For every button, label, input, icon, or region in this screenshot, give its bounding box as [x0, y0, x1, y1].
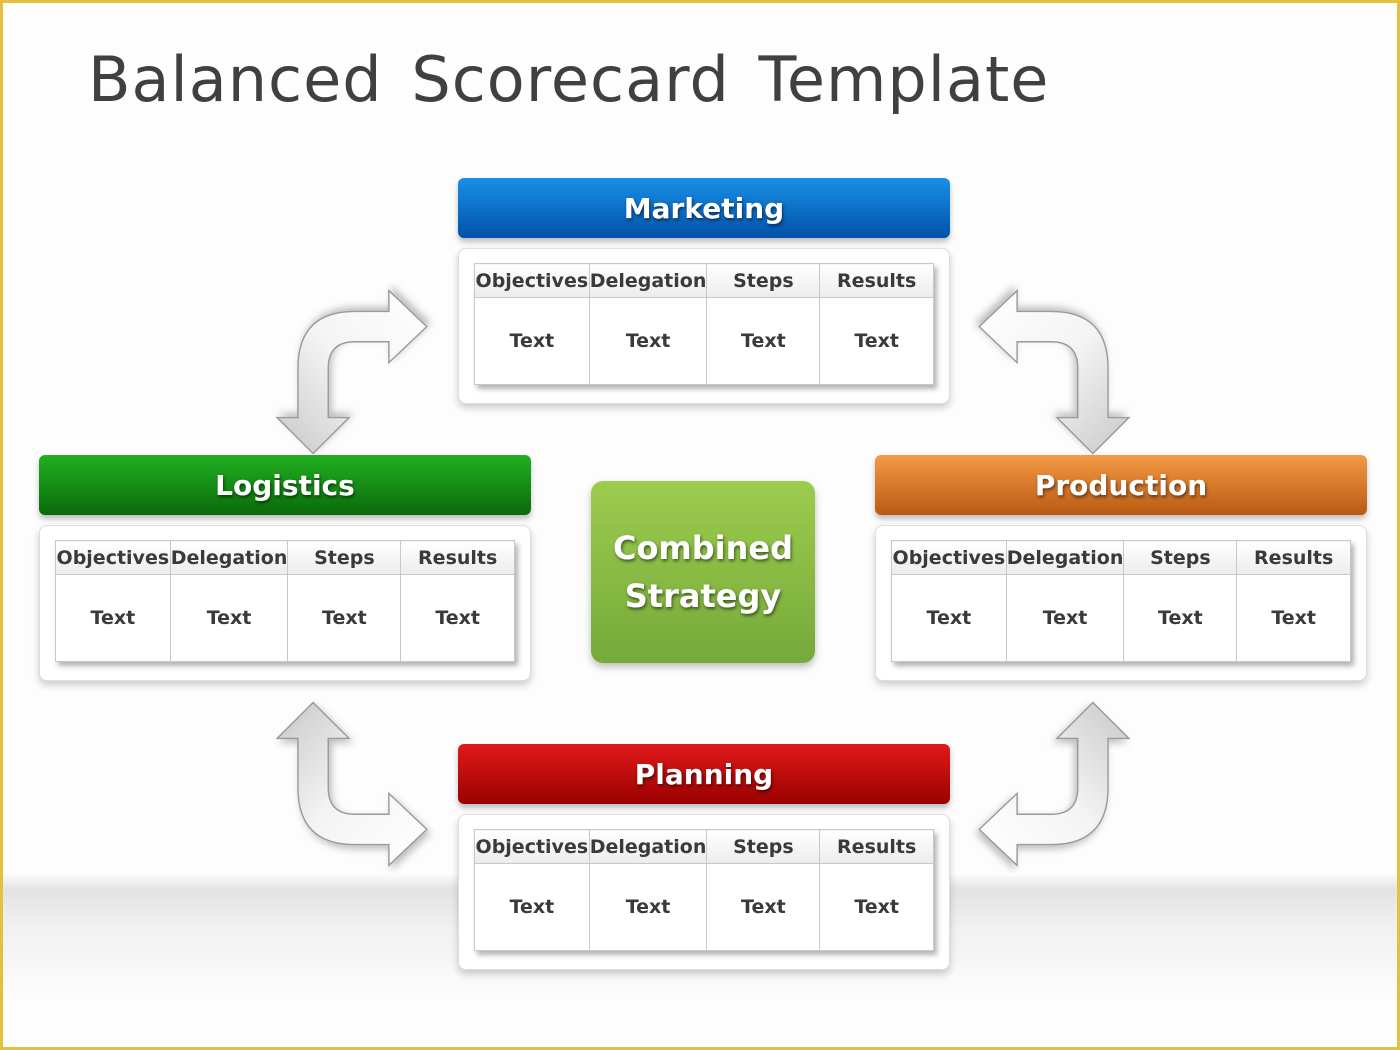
- table-cell[interactable]: Text: [706, 297, 821, 385]
- table-row: Text Text Text Text: [474, 863, 934, 951]
- panel-planning: Planning Objectives Delegation Steps Res…: [458, 744, 950, 970]
- panel-production: Production Objectives Delegation Steps R…: [875, 455, 1367, 681]
- column-header: Steps: [706, 829, 821, 864]
- table-header-row: Objectives Delegation Steps Results: [891, 540, 1351, 575]
- table-cell[interactable]: Text: [474, 297, 590, 385]
- scorecard-table: Objectives Delegation Steps Results Text…: [891, 540, 1351, 662]
- table-header-row: Objectives Delegation Steps Results: [474, 263, 934, 298]
- column-header: Delegation: [169, 540, 289, 575]
- panel-body: Objectives Delegation Steps Results Text…: [458, 248, 950, 404]
- slide: Balanced Scorecard Template Marketing Ob…: [0, 0, 1400, 1050]
- combined-strategy-box: Combined Strategy: [591, 481, 815, 663]
- panel-header-logistics: Logistics: [39, 455, 531, 515]
- center-label-line2: Strategy: [624, 577, 782, 615]
- table-header-row: Objectives Delegation Steps Results: [474, 829, 934, 864]
- panel-body: Objectives Delegation Steps Results Text…: [39, 525, 531, 681]
- table-row: Text Text Text Text: [55, 574, 515, 662]
- column-header: Objectives: [891, 540, 1007, 575]
- column-header: Objectives: [474, 829, 590, 864]
- table-cell[interactable]: Text: [400, 574, 515, 662]
- curved-arrow-logistics-planning-icon: [261, 693, 441, 873]
- table-cell[interactable]: Text: [819, 297, 934, 385]
- column-header: Results: [819, 263, 934, 298]
- column-header: Delegation: [1005, 540, 1125, 575]
- scorecard-table: Objectives Delegation Steps Results Text…: [474, 829, 934, 951]
- panel-header-marketing: Marketing: [458, 178, 950, 238]
- scorecard-table: Objectives Delegation Steps Results Text…: [474, 263, 934, 385]
- column-header: Objectives: [474, 263, 590, 298]
- table-header-row: Objectives Delegation Steps Results: [55, 540, 515, 575]
- table-cell[interactable]: Text: [1005, 574, 1125, 662]
- panel-header-planning: Planning: [458, 744, 950, 804]
- column-header: Delegation: [588, 263, 708, 298]
- panel-title: Logistics: [215, 468, 355, 502]
- panel-header-production: Production: [875, 455, 1367, 515]
- scorecard-table: Objectives Delegation Steps Results Text…: [55, 540, 515, 662]
- column-header: Delegation: [588, 829, 708, 864]
- table-cell[interactable]: Text: [1236, 574, 1351, 662]
- table-cell[interactable]: Text: [169, 574, 289, 662]
- table-row: Text Text Text Text: [891, 574, 1351, 662]
- panel-title: Marketing: [623, 191, 785, 225]
- table-cell[interactable]: Text: [474, 863, 590, 951]
- table-cell[interactable]: Text: [287, 574, 402, 662]
- table-cell[interactable]: Text: [588, 297, 708, 385]
- panel-title: Planning: [634, 757, 774, 791]
- panel-logistics: Logistics Objectives Delegation Steps Re…: [39, 455, 531, 681]
- column-header: Steps: [706, 263, 821, 298]
- panel-body: Objectives Delegation Steps Results Text…: [458, 814, 950, 970]
- panel-title: Production: [1034, 468, 1208, 502]
- column-header: Objectives: [55, 540, 171, 575]
- slide-title: Balanced Scorecard Template: [88, 43, 1050, 116]
- panel-marketing: Marketing Objectives Delegation Steps Re…: [458, 178, 950, 404]
- table-cell[interactable]: Text: [1123, 574, 1238, 662]
- center-label-line1: Combined: [612, 529, 794, 567]
- panel-body: Objectives Delegation Steps Results Text…: [875, 525, 1367, 681]
- column-header: Steps: [287, 540, 402, 575]
- curved-arrow-planning-production-icon: [965, 693, 1145, 873]
- table-cell[interactable]: Text: [55, 574, 171, 662]
- column-header: Steps: [1123, 540, 1238, 575]
- column-header: Results: [400, 540, 515, 575]
- column-header: Results: [819, 829, 934, 864]
- table-cell[interactable]: Text: [891, 574, 1007, 662]
- table-row: Text Text Text Text: [474, 297, 934, 385]
- table-cell[interactable]: Text: [819, 863, 934, 951]
- table-cell[interactable]: Text: [706, 863, 821, 951]
- curved-arrow-logistics-marketing-icon: [261, 283, 441, 463]
- column-header: Results: [1236, 540, 1351, 575]
- table-cell[interactable]: Text: [588, 863, 708, 951]
- curved-arrow-marketing-production-icon: [965, 283, 1145, 463]
